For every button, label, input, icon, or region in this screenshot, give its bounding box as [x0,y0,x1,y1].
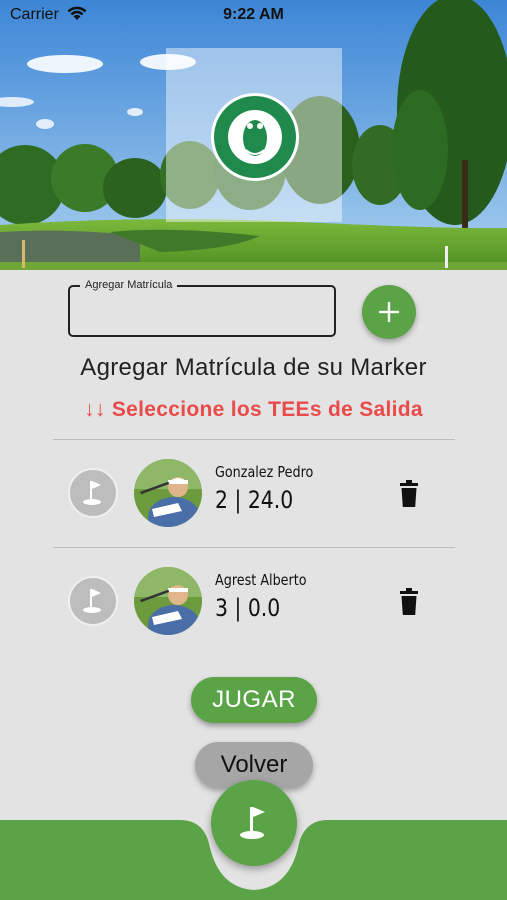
tee-select-button[interactable] [68,576,118,626]
player-name: Agrest Alberto [215,571,307,589]
player-row: Agrest Alberto 3 | 0.0 [0,559,507,639]
golf-flag-icon [240,807,265,839]
add-matricula-button[interactable] [362,285,416,339]
avatar [134,459,202,527]
jugar-button[interactable]: JUGAR [191,677,317,723]
divider [53,547,455,548]
divider [53,439,455,440]
matricula-input[interactable] [78,301,327,329]
matricula-field[interactable] [68,285,336,337]
player-stats: 3 | 0.0 [215,594,281,622]
player-row: Gonzalez Pedro 2 | 24.0 [0,450,507,530]
tee-select-button[interactable] [68,468,118,518]
player-name: Gonzalez Pedro [215,463,314,481]
plus-icon [379,302,399,322]
golf-flag-icon [83,481,101,505]
club-logo [211,93,299,181]
player-stats: 2 | 24.0 [215,486,294,514]
golf-menu-button[interactable] [211,780,297,866]
trash-icon[interactable] [398,588,420,616]
status-bar: Carrier 9:22 AM [0,0,507,30]
golf-flag-icon [83,589,101,613]
avatar [134,567,202,635]
matricula-field-label: Agregar Matrícula [80,279,178,291]
marker-title: Agregar Matrícula de su Marker [80,354,427,381]
status-time: 9:22 AM [223,6,284,23]
tees-instruction: ↓↓ Seleccione los TEEs de Salida [84,398,423,421]
trash-icon[interactable] [398,480,420,508]
